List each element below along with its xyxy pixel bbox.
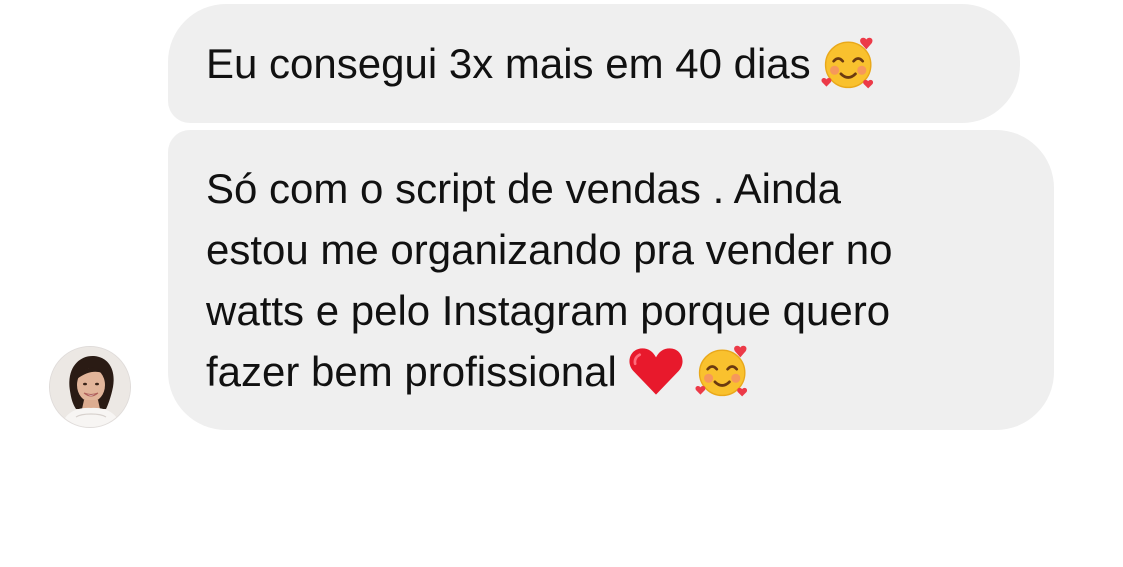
message-bubble[interactable]: Eu consegui 3x mais em 40 dias bbox=[168, 4, 1020, 123]
message-line: estou me organizando pra vender no bbox=[206, 226, 893, 273]
avatar[interactable] bbox=[49, 346, 131, 428]
avatar-photo-icon bbox=[50, 347, 130, 427]
red-heart-icon bbox=[627, 342, 685, 400]
message-line: fazer bem profissional bbox=[206, 341, 1054, 404]
message-text: fazer bem profissional bbox=[206, 348, 617, 395]
message-text: Eu consegui 3x mais em 40 dias bbox=[206, 40, 811, 87]
chat-thread: Eu consegui 3x mais em 40 dias Só com o … bbox=[0, 0, 1123, 567]
message-line: Só com o script de vendas . Ainda bbox=[206, 165, 842, 212]
message-line: Eu consegui 3x mais em 40 dias bbox=[206, 33, 1020, 96]
message-bubble[interactable]: Só com o script de vendas . Ainda estou … bbox=[168, 130, 1054, 430]
smiling-face-with-hearts-icon bbox=[821, 34, 879, 92]
message-line: watts e pelo Instagram porque quero bbox=[206, 287, 891, 334]
smiling-face-with-hearts-icon bbox=[695, 342, 753, 400]
